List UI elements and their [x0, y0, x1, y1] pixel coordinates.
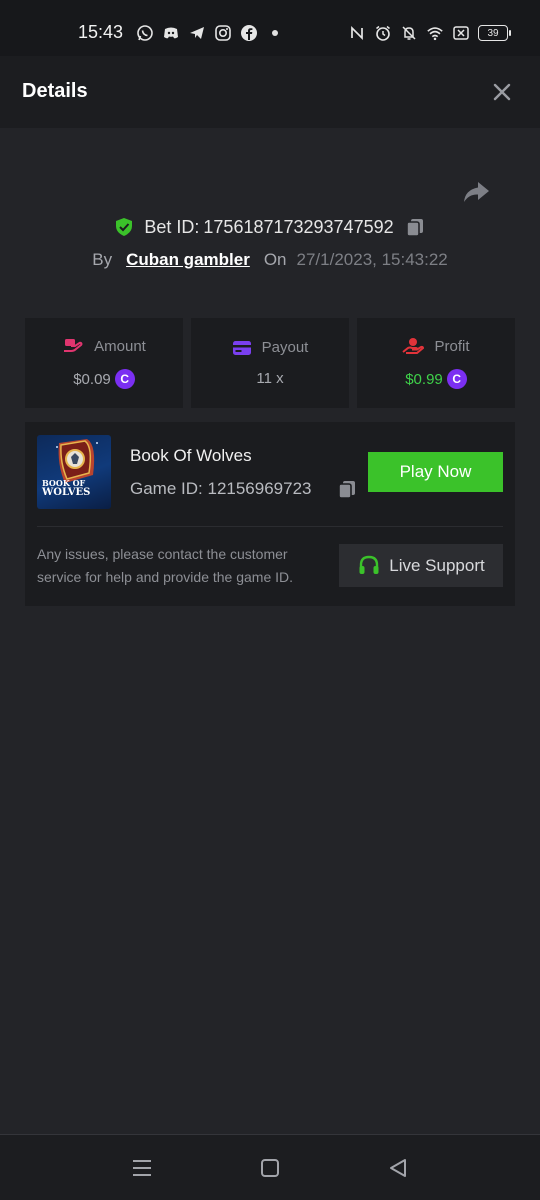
amount-label: Amount — [94, 337, 146, 355]
profit-label: Profit — [434, 337, 470, 355]
profit-card: Profit $0.99 C — [357, 318, 515, 408]
amount-value: $0.09 — [73, 370, 111, 388]
whatsapp-icon — [137, 25, 153, 41]
game-card: BOOK OF WOLVES Book Of Wolves Game ID: 1… — [25, 422, 515, 606]
play-now-button[interactable]: Play Now — [368, 452, 503, 492]
copy-icon[interactable] — [404, 216, 426, 238]
bet-id-row: Bet ID: 1756187173293747592 — [0, 216, 540, 238]
more-notifications-dot — [272, 30, 278, 36]
payout-card: Payout 11 x — [191, 318, 349, 408]
alarm-icon — [376, 25, 390, 41]
page-title: Details — [22, 80, 88, 102]
payout-label: Payout — [261, 339, 309, 356]
telegram-icon — [190, 27, 204, 39]
game-id-value: 12156969723 — [207, 479, 312, 498]
game-id-label: Game ID: — [130, 479, 203, 498]
close-icon[interactable] — [490, 80, 514, 104]
home-icon[interactable] — [258, 1157, 282, 1179]
stats-row: Amount $0.09 C Payout 11 x Profit $0.99 … — [25, 318, 515, 408]
status-bar: 15:43 39 — [0, 0, 540, 56]
game-id-row: Game ID: 12156969723 — [130, 478, 358, 500]
bet-id-value: 1756187173293747592 — [203, 216, 394, 237]
bet-id-label: Bet ID: — [144, 216, 200, 237]
profit-icon — [402, 338, 425, 354]
back-icon[interactable] — [386, 1157, 410, 1179]
support-message: Any issues, please contact the customer … — [37, 546, 294, 585]
status-time: 15:43 — [78, 22, 124, 42]
facebook-icon — [241, 25, 257, 41]
game-name: Book Of Wolves — [130, 446, 252, 465]
mute-icon — [402, 26, 416, 40]
amount-icon — [64, 339, 83, 352]
menu-icon[interactable] — [130, 1157, 154, 1179]
thumb-title-line2: WOLVES — [42, 487, 91, 498]
live-support-label: Live Support — [389, 555, 485, 575]
instagram-icon — [215, 25, 231, 41]
bettor-row: By Cuban gambler On 27/1/2023, 15:43:22 — [0, 250, 540, 270]
amount-card: Amount $0.09 C — [25, 318, 183, 408]
system-icons: 39 — [348, 24, 511, 42]
payout-value: 11 x — [256, 370, 284, 387]
bet-date: 27/1/2023, 15:43:22 — [296, 250, 448, 269]
discord-icon — [164, 27, 178, 39]
details-header: Details — [0, 56, 540, 128]
coin-icon: C — [114, 369, 135, 389]
share-icon[interactable] — [462, 180, 490, 204]
battery-indicator: 39 — [478, 25, 511, 41]
by-label: By — [92, 250, 113, 269]
notification-icons — [136, 24, 278, 42]
divider — [37, 526, 503, 527]
user-link[interactable]: Cuban gambler — [126, 250, 250, 270]
profit-value: $0.99 — [405, 370, 443, 388]
live-support-button[interactable]: Live Support — [339, 544, 503, 587]
nfc-icon — [351, 25, 363, 41]
shield-check-icon — [116, 218, 133, 236]
game-thumbnail[interactable]: BOOK OF WOLVES — [37, 435, 111, 509]
copy-icon[interactable] — [336, 478, 358, 500]
system-navigation-bar — [0, 1134, 540, 1200]
sim-disabled-icon — [453, 26, 469, 40]
headset-icon — [359, 555, 379, 574]
on-label: On — [263, 250, 287, 269]
wifi-icon — [427, 27, 443, 41]
coin-icon: C — [446, 369, 467, 389]
card-icon — [232, 340, 251, 355]
